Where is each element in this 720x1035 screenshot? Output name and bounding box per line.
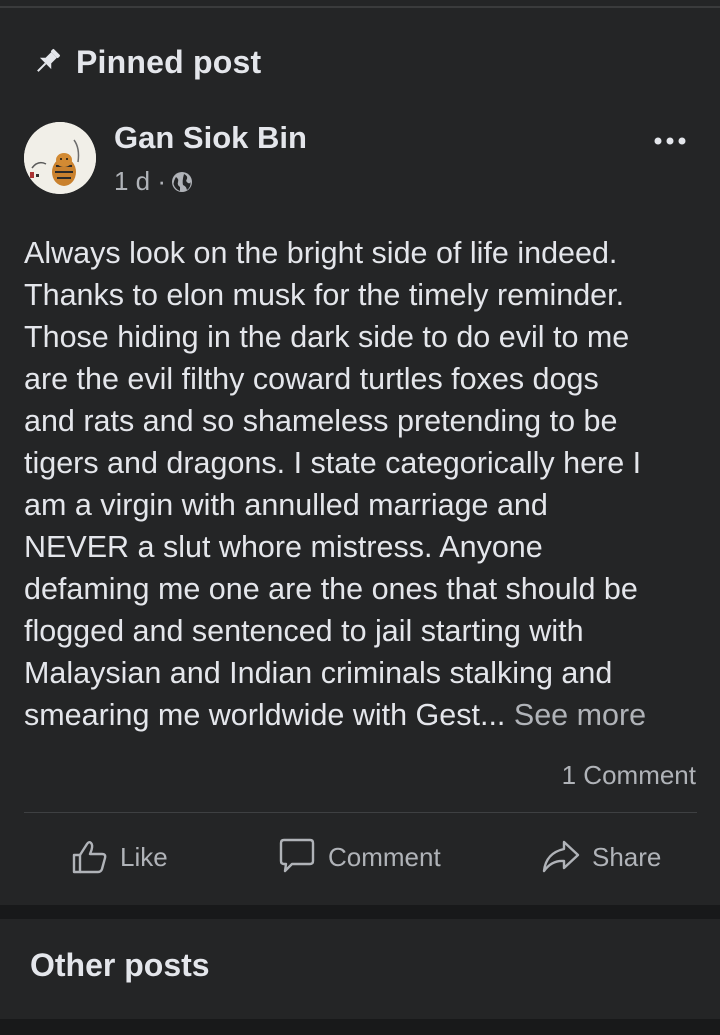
share-button[interactable]: Share [540, 830, 661, 884]
pinned-post-card: Pinned post Gan Siok Bin 1 d · Always lo… [0, 8, 720, 905]
more-icon [654, 137, 686, 145]
post-meta: 1 d · [114, 166, 194, 197]
other-posts-card: Other posts [0, 919, 720, 1019]
author-avatar[interactable] [24, 122, 96, 194]
pin-icon [30, 45, 64, 79]
comment-count[interactable]: 1 Comment [562, 760, 696, 791]
globe-icon [170, 170, 194, 194]
comment-icon [279, 838, 315, 873]
post-time[interactable]: 1 d · [114, 166, 166, 197]
see-more-link[interactable]: See more [514, 698, 646, 732]
like-label: Like [120, 841, 168, 872]
pinned-header: Pinned post [30, 42, 261, 82]
share-icon [542, 840, 580, 873]
other-posts-title: Other posts [30, 947, 210, 983]
share-label: Share [592, 841, 662, 872]
post-body-text: Always look on the bright side of life i… [24, 236, 642, 732]
section-title: Pinned post [76, 43, 262, 80]
post-text: Always look on the bright side of life i… [24, 232, 714, 736]
thumbs-up-icon [72, 841, 107, 874]
comment-button[interactable]: Comment [276, 830, 441, 884]
like-button[interactable]: Like [70, 830, 168, 884]
comment-label: Comment [328, 841, 441, 872]
section-gap [0, 905, 720, 919]
more-options-button[interactable] [650, 126, 690, 156]
author-name[interactable]: Gan Siok Bin [114, 120, 307, 156]
post-actions: Like Comment Share [0, 830, 720, 884]
top-divider [0, 0, 720, 8]
actions-divider [24, 812, 697, 813]
